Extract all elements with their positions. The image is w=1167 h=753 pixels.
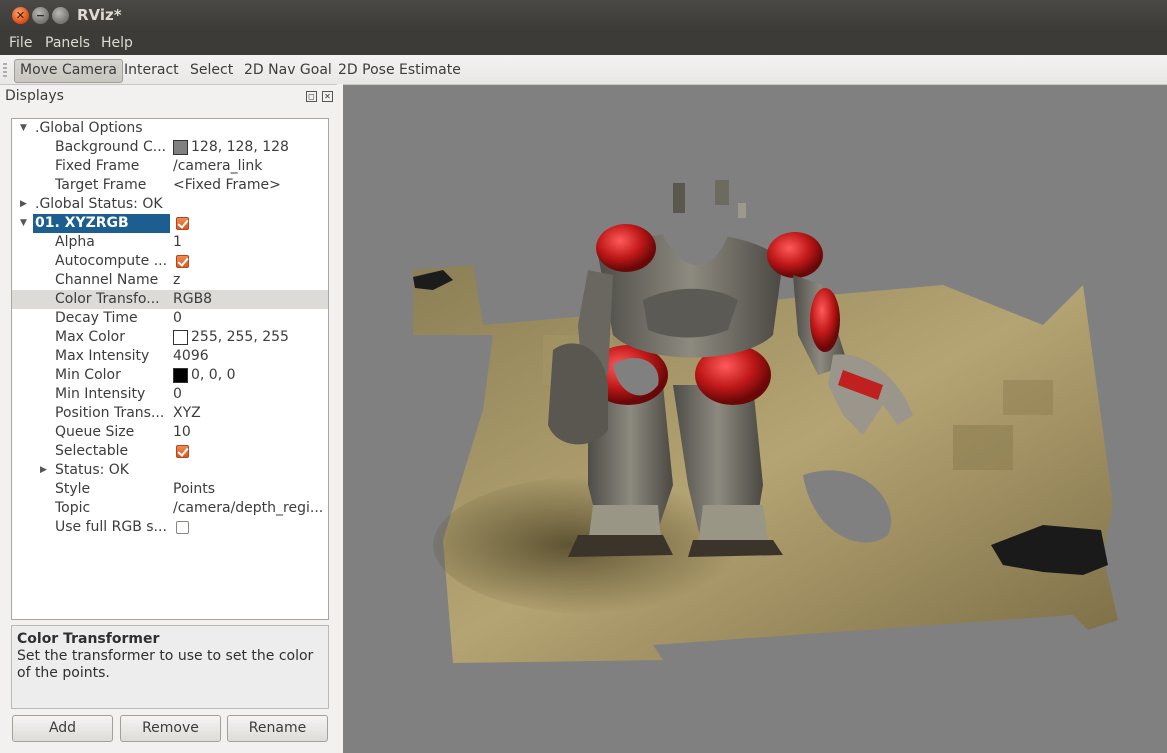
expand-arrow-icon[interactable]: ▼ — [20, 214, 27, 233]
tree-row-max-color[interactable]: Max Color 255, 255, 255 — [12, 328, 328, 347]
float-panel-icon[interactable]: ◻ — [306, 91, 317, 102]
use-full-rgb-checkbox[interactable] — [176, 521, 189, 534]
render-viewport[interactable] — [343, 85, 1167, 753]
tree-row-status[interactable]: ▶ Status: OK — [12, 461, 328, 480]
menu-file[interactable]: File — [9, 35, 32, 51]
help-text: Set the transformer to use to set the co… — [17, 648, 314, 681]
tree-row-display[interactable]: ▼ 01. XYZRGB (Poi... — [12, 214, 328, 250]
tool-interact[interactable]: Interact — [119, 59, 184, 81]
collapse-arrow-icon[interactable]: ▶ — [40, 461, 47, 480]
tool-bar: Move Camera Interact Select 2D Nav Goal … — [0, 55, 1167, 85]
window-title: RViz* — [77, 6, 122, 24]
tree-row-autocompute[interactable]: Autocompute ... — [12, 252, 328, 271]
color-swatch[interactable] — [173, 140, 188, 155]
tree-row-color-transformer[interactable]: Color Transfo... RGB8 — [12, 290, 328, 309]
tree-row-background-color[interactable]: Background C... 128, 128, 128 — [12, 138, 328, 157]
remove-button[interactable]: Remove — [120, 715, 221, 742]
close-icon[interactable]: ✕ — [12, 7, 29, 24]
rename-button[interactable]: Rename — [227, 715, 328, 742]
tree-row-alpha[interactable]: Alpha 1 — [12, 233, 328, 252]
tree-row-global-options[interactable]: ▼ .Global Options — [12, 119, 328, 138]
menu-panels[interactable]: Panels — [45, 35, 90, 51]
minimize-icon[interactable]: − — [32, 7, 49, 24]
tree-row-channel-name[interactable]: Channel Name z — [12, 271, 328, 290]
toolbar-grip[interactable] — [3, 63, 7, 77]
tree-row-decay-time[interactable]: Decay Time 0 — [12, 309, 328, 328]
color-swatch[interactable] — [173, 330, 188, 345]
tree-row-use-full-rgb[interactable]: Use full RGB s... — [12, 518, 328, 537]
collapse-arrow-icon[interactable]: ▶ — [20, 195, 27, 214]
tree-row-global-status[interactable]: ▶ .Global Status: OK — [12, 195, 328, 214]
displays-panel-title: Displays — [5, 88, 64, 104]
tool-2d-pose-estimate[interactable]: 2D Pose Estimate — [333, 59, 466, 81]
menu-help[interactable]: Help — [101, 35, 133, 51]
menu-bar: File Panels Help — [0, 32, 1167, 55]
tool-2d-nav-goal[interactable]: 2D Nav Goal — [239, 59, 337, 81]
help-title: Color Transformer — [17, 631, 160, 647]
add-button[interactable]: Add — [12, 715, 113, 742]
color-swatch[interactable] — [173, 368, 188, 383]
tree-row-queue-size[interactable]: Queue Size 10 — [12, 423, 328, 442]
tree-row-target-frame[interactable]: Target Frame <Fixed Frame> — [12, 176, 328, 195]
tree-row-topic[interactable]: Topic /camera/depth_regi... — [12, 499, 328, 518]
display-enabled-checkbox[interactable] — [176, 217, 189, 230]
tree-row-max-intensity[interactable]: Max Intensity 4096 — [12, 347, 328, 366]
tree-row-selectable[interactable]: Selectable — [12, 442, 328, 461]
tree-row-style[interactable]: Style Points — [12, 480, 328, 499]
close-panel-icon[interactable]: ✕ — [322, 91, 333, 102]
tree-row-min-color[interactable]: Min Color 0, 0, 0 — [12, 366, 328, 385]
tree-row-fixed-frame[interactable]: Fixed Frame /camera_link — [12, 157, 328, 176]
maximize-icon[interactable] — [52, 7, 69, 24]
displays-tree[interactable]: ▼ .Global Options Background C... 128, 1… — [11, 118, 329, 620]
tool-select[interactable]: Select — [185, 59, 238, 81]
tree-row-position-transformer[interactable]: Position Trans... XYZ — [12, 404, 328, 423]
point-cloud-render — [413, 180, 1118, 663]
expand-arrow-icon[interactable]: ▼ — [20, 119, 27, 138]
title-bar: ✕ − RViz* — [0, 0, 1167, 33]
selectable-checkbox[interactable] — [176, 445, 189, 458]
help-panel: Color Transformer Set the transformer to… — [11, 625, 329, 709]
tree-row-min-intensity[interactable]: Min Intensity 0 — [12, 385, 328, 404]
tool-move-camera[interactable]: Move Camera — [14, 59, 123, 83]
autocompute-checkbox[interactable] — [176, 255, 189, 268]
